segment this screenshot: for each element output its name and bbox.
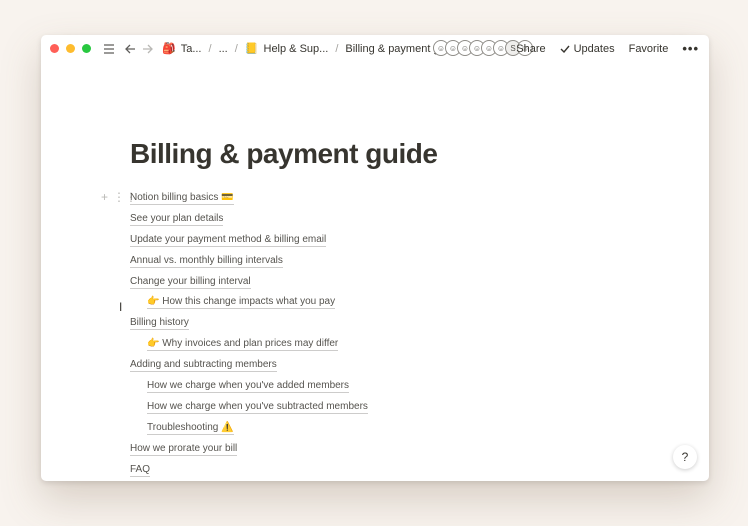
updates-label: Updates (573, 42, 615, 55)
minimize-window-button[interactable] (66, 44, 75, 53)
more-options-icon[interactable]: ••• (682, 41, 699, 56)
add-block-icon[interactable]: + (101, 190, 108, 204)
checkmark-icon (560, 45, 570, 53)
list-item: How we charge when you've added members (130, 376, 368, 397)
toc-link[interactable]: How we charge when you've added members (147, 380, 350, 393)
list-item: Billing history (130, 313, 368, 334)
toc-link[interactable]: Update your payment method & billing ema… (130, 234, 327, 247)
toc-link[interactable]: See your plan details (130, 213, 224, 226)
toc-link[interactable]: Annual vs. monthly billing intervals (130, 255, 283, 268)
app-window: 🎒 Ta... / ... / 📒 Help & Sup... / Billin… (41, 35, 709, 481)
notebook-icon: 📒 (244, 43, 259, 55)
breadcrumb-separator: / (208, 42, 212, 55)
breadcrumb-separator: / (234, 42, 238, 55)
table-of-contents: Notion billing basics 💳 See your plan de… (130, 188, 368, 480)
toc-link[interactable]: Billing history (130, 317, 189, 331)
breadcrumb-separator: / (335, 42, 339, 55)
text-cursor-icon: I (119, 300, 123, 314)
list-item: Troubleshooting ⚠️ (130, 418, 368, 439)
list-item: Adding and subtracting members (130, 355, 368, 376)
list-item: See your plan details (130, 209, 368, 230)
breadcrumb-item[interactable]: ... (219, 43, 228, 55)
window-controls (50, 44, 91, 53)
backpack-icon: 🎒 (162, 43, 176, 55)
breadcrumb-label: Ta... (180, 42, 202, 55)
topbar-actions: Share Updates Favorite ••• (516, 35, 699, 62)
toc-link[interactable]: How we charge when you've subtracted mem… (147, 401, 368, 414)
toc-link[interactable]: Notion billing basics 💳 (130, 192, 234, 205)
back-arrow-icon[interactable] (123, 44, 137, 54)
zoom-window-button[interactable] (82, 44, 91, 53)
toc-link[interactable]: Troubleshooting ⚠️ (147, 422, 234, 435)
page-title[interactable]: Billing & payment guide (130, 138, 438, 170)
breadcrumb-item[interactable]: 🎒 Ta... (162, 42, 202, 56)
updates-button[interactable]: Updates (560, 43, 615, 55)
title-bar: 🎒 Ta... / ... / 📒 Help & Sup... / Billin… (41, 35, 709, 62)
breadcrumb-label: ... (218, 42, 228, 55)
list-item: Update your payment method & billing ema… (130, 230, 368, 251)
breadcrumb: 🎒 Ta... / ... / 📒 Help & Sup... / Billin… (162, 42, 449, 56)
list-item: Annual vs. monthly billing intervals (130, 251, 368, 272)
help-button[interactable]: ? (673, 445, 697, 469)
toc-link[interactable]: 👉 How this change impacts what you pay (147, 296, 336, 310)
close-window-button[interactable] (50, 44, 59, 53)
toc-link[interactable]: Change your billing interval (130, 276, 251, 289)
list-item: 👉 Why invoices and plan prices may diffe… (130, 334, 368, 355)
list-item: 👉 How this change impacts what you pay (130, 292, 368, 313)
share-button[interactable]: Share (516, 43, 545, 55)
toc-link[interactable]: 👉 Why invoices and plan prices may diffe… (147, 338, 339, 352)
toc-link[interactable]: FAQ (130, 464, 151, 477)
breadcrumb-item[interactable]: 📒 Help & Sup... (244, 42, 329, 56)
list-item: How we charge when you've subtracted mem… (130, 397, 368, 418)
list-item: Notion billing basics 💳 (130, 188, 368, 209)
list-item: FAQ (130, 460, 368, 481)
toc-link[interactable]: How we prorate your bill (130, 443, 238, 456)
forward-arrow-icon[interactable] (140, 44, 154, 54)
breadcrumb-label: Help & Sup... (263, 42, 329, 55)
sidebar-menu-icon[interactable] (102, 43, 116, 54)
toc-link[interactable]: Adding and subtracting members (130, 359, 277, 373)
favorite-button[interactable]: Favorite (629, 43, 669, 55)
list-item: How we prorate your bill (130, 439, 368, 460)
list-item: Change your billing interval (130, 272, 368, 293)
